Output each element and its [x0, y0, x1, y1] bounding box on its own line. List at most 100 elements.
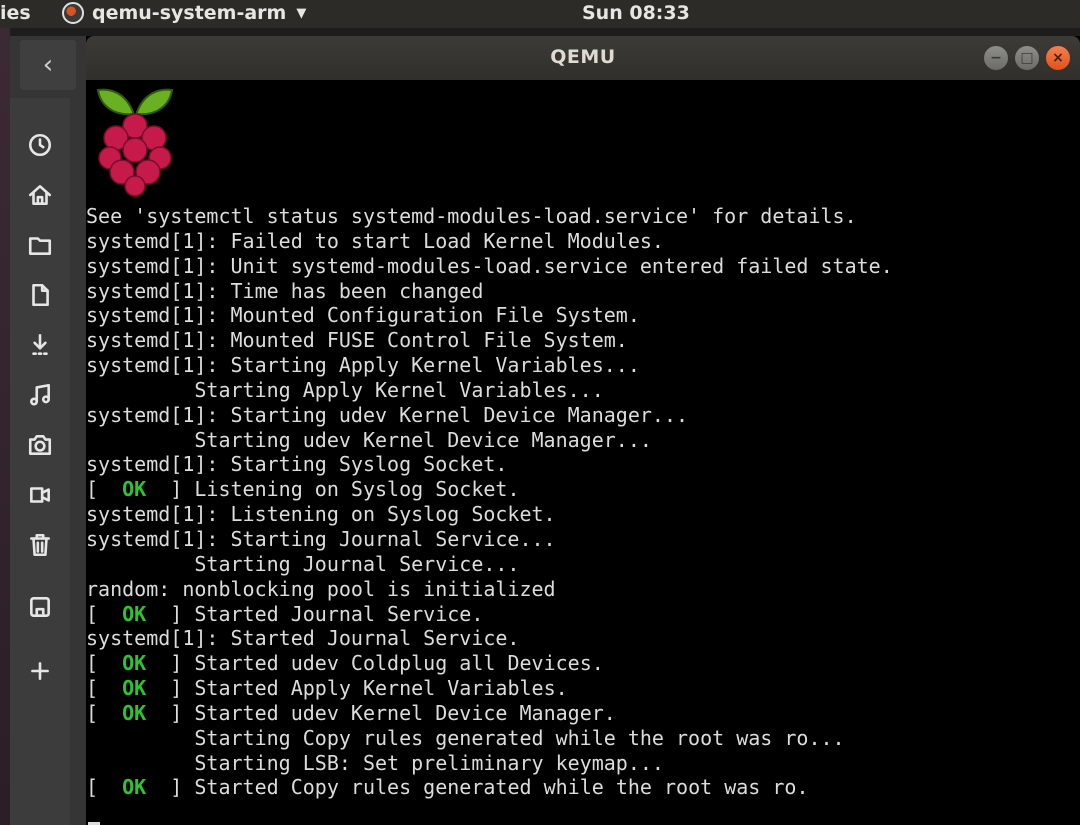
folder-icon [28, 237, 52, 255]
console-line: [ OK ] Started udev Coldplug all Devices… [86, 651, 1080, 676]
app-menu[interactable]: qemu-system-arm ▼ [62, 2, 306, 24]
console-line-text: Listening on Syslog Socket. [194, 477, 520, 502]
document-icon [32, 283, 49, 307]
console-line: [ OK ] Listening on Syslog Socket. [86, 477, 1080, 502]
status-bracket-close: ] [146, 651, 195, 676]
console-line: Starting LSB: Set preliminary keymap... [86, 751, 1080, 776]
console-line: [ OK ] Started Copy rules generated whil… [86, 775, 1080, 800]
console-line: Starting udev Kernel Device Manager... [86, 428, 1080, 453]
console-line: [ OK ] Started Journal Service. [86, 602, 1080, 627]
boot-console: See 'systemctl status systemd-modules-lo… [86, 204, 1080, 800]
console-line-text: Started Copy rules generated while the r… [194, 775, 809, 800]
add-button[interactable] [22, 654, 58, 688]
plus-icon [31, 662, 49, 680]
console-line: Starting Copy rules generated while the … [86, 726, 1080, 751]
ok-status-badge: OK [122, 700, 147, 725]
top-bar: ies qemu-system-arm ▼ Sun 08:33 [0, 0, 1080, 28]
console-line: systemd[1]: Starting Apply Kernel Variab… [86, 353, 1080, 378]
console-line: systemd[1]: Time has been changed [86, 279, 1080, 304]
close-button[interactable]: × [1046, 46, 1070, 70]
status-bracket-open: [ [86, 700, 123, 725]
console-line-text: systemd[1]: Unit systemd-modules-load.se… [86, 253, 893, 278]
home-button[interactable] [22, 178, 58, 212]
console-line: Starting Apply Kernel Variables... [86, 378, 1080, 403]
camera-icon [28, 435, 52, 455]
minimize-button[interactable]: − [984, 46, 1008, 70]
console-line: systemd[1]: Failed to start Load Kernel … [86, 229, 1080, 254]
minimize-icon: − [990, 50, 1002, 66]
status-bracket-open: [ [86, 676, 123, 701]
close-icon: × [1052, 50, 1064, 66]
console-line-text: See 'systemctl status systemd-modules-lo… [86, 204, 857, 228]
console-line-text: systemd[1]: Starting Syslog Socket. [86, 452, 508, 477]
status-bracket-close: ] [146, 676, 195, 701]
pictures-button[interactable] [22, 428, 58, 462]
console-line: systemd[1]: Started Journal Service. [86, 626, 1080, 651]
console-line-text: systemd[1]: Mounted Configuration File S… [86, 303, 640, 328]
ok-status-badge: OK [122, 775, 147, 800]
back-button[interactable]: ‹ [20, 40, 76, 90]
drive-button[interactable] [22, 590, 58, 624]
recent-button[interactable] [22, 128, 58, 162]
ok-status-badge: OK [122, 651, 147, 676]
maximize-icon: □ [1020, 50, 1034, 66]
vm-display[interactable]: See 'systemctl status systemd-modules-lo… [86, 80, 1080, 825]
folder-button[interactable] [22, 228, 58, 262]
chevron-left-icon: ‹ [42, 50, 54, 80]
home-icon [28, 185, 52, 205]
status-bracket-close: ] [146, 477, 195, 502]
ok-status-badge: OK [122, 676, 147, 701]
video-icon [30, 487, 50, 503]
console-line-text: systemd[1]: Starting Journal Service... [86, 526, 556, 551]
clock-icon [28, 133, 52, 157]
console-line-text: Started udev Kernel Device Manager. [194, 700, 616, 725]
status-bracket-open: [ [86, 651, 123, 676]
console-line: Starting Journal Service... [86, 552, 1080, 577]
desktop-background [0, 28, 10, 825]
console-line-text: systemd[1]: Started Journal Service. [86, 626, 520, 651]
console-line-text: Started udev Coldplug all Devices. [194, 651, 604, 676]
music-icon [30, 383, 50, 406]
videos-button[interactable] [22, 478, 58, 512]
console-line-text: Starting udev Kernel Device Manager... [86, 427, 652, 452]
qemu-app-icon [62, 2, 84, 24]
console-line-text: Starting Journal Service... [86, 551, 520, 576]
console-line: systemd[1]: Starting Syslog Socket. [86, 452, 1080, 477]
raspberry-pi-logo-icon [96, 88, 174, 197]
console-line: systemd[1]: Mounted Configuration File S… [86, 303, 1080, 328]
console-line-text: Started Journal Service. [194, 601, 484, 626]
status-bracket-open: [ [86, 601, 123, 626]
music-button[interactable] [22, 378, 58, 412]
console-line: [ OK ] Started udev Kernel Device Manage… [86, 701, 1080, 726]
clock[interactable]: Sun 08:33 [582, 2, 690, 24]
console-line-text: systemd[1]: Time has been changed [86, 278, 484, 303]
status-bracket-close: ] [146, 601, 195, 626]
download-icon [32, 333, 48, 355]
qemu-window: QEMU − □ × See 'systemctl status systemd… [86, 36, 1080, 825]
console-line-text: Starting LSB: Set preliminary keymap... [86, 750, 664, 775]
console-line-text: Starting Apply Kernel Variables... [86, 377, 604, 402]
launcher-dock: ‹ [10, 36, 86, 825]
console-line: systemd[1]: Starting Journal Service... [86, 527, 1080, 552]
console-line: systemd[1]: Listening on Syslog Socket. [86, 502, 1080, 527]
trash-icon [30, 533, 50, 557]
maximize-button[interactable]: □ [1015, 46, 1039, 70]
console-line: [ OK ] Started Apply Kernel Variables. [86, 676, 1080, 701]
console-line-text: systemd[1]: Listening on Syslog Socket. [86, 502, 556, 527]
status-bracket-close: ] [146, 700, 195, 725]
console-line-text: systemd[1]: Failed to start Load Kernel … [86, 228, 664, 253]
window-title: QEMU [550, 46, 616, 68]
window-titlebar[interactable]: QEMU − □ × [86, 36, 1080, 80]
status-bracket-close: ] [146, 775, 195, 800]
documents-button[interactable] [22, 278, 58, 312]
console-line: random: nonblocking pool is initialized [86, 577, 1080, 602]
activities-button[interactable]: ies [0, 2, 31, 24]
app-name: qemu-system-arm [92, 2, 287, 24]
console-line: systemd[1]: Starting udev Kernel Device … [86, 403, 1080, 428]
console-line: See 'systemctl status systemd-modules-lo… [86, 204, 1080, 229]
ok-status-badge: OK [122, 477, 147, 502]
trash-button[interactable] [22, 528, 58, 562]
status-bracket-open: [ [86, 775, 123, 800]
downloads-button[interactable] [22, 328, 58, 362]
ok-status-badge: OK [122, 601, 147, 626]
